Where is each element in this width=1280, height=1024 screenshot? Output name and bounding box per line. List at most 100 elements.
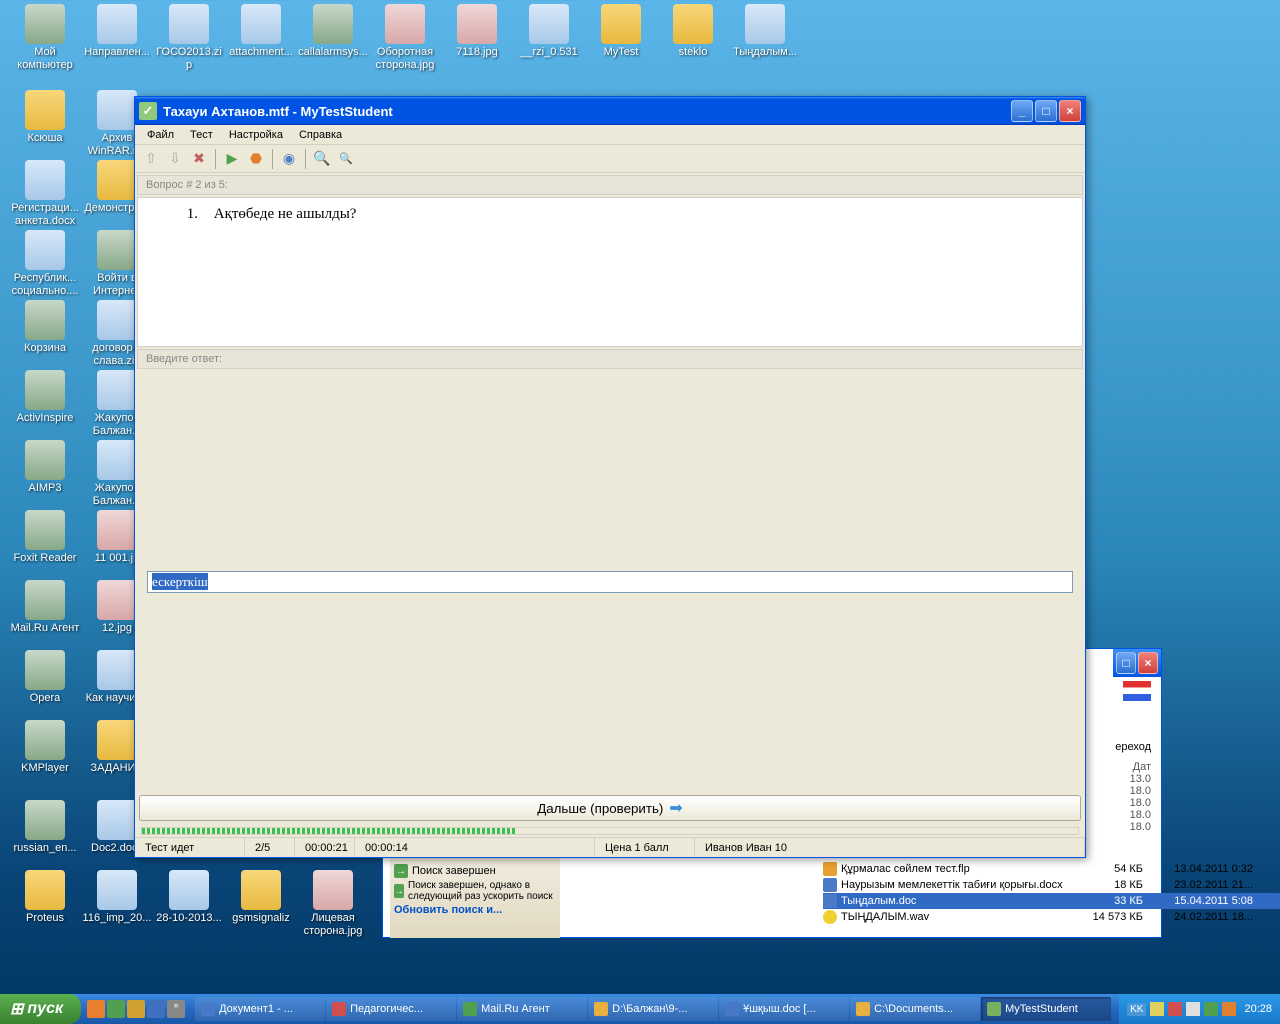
window-title: Тахауи Ахтанов.mtf - MyTestStudent <box>163 104 1011 119</box>
tray-icon[interactable] <box>1168 1002 1182 1016</box>
desktop-icon[interactable]: russian_en... <box>10 800 80 855</box>
file-icon <box>25 440 65 480</box>
file-icon <box>673 4 713 44</box>
globe-button[interactable]: ◉ <box>279 149 299 169</box>
desktop-icon[interactable]: Оборотная сторона.jpg <box>370 4 440 72</box>
taskbar-item[interactable]: MyTestStudent <box>981 997 1111 1021</box>
taskbar-item[interactable]: D:\Балжан\9-... <box>588 997 718 1021</box>
taskbar-item[interactable]: Mail.Ru Агент <box>457 997 587 1021</box>
maximize-button[interactable]: □ <box>1035 100 1057 122</box>
file-icon <box>25 510 65 550</box>
minimize-button[interactable]: _ <box>1011 100 1033 122</box>
play-button[interactable]: ▶ <box>222 149 242 169</box>
desktop-icon[interactable]: gsmsignaliz <box>226 870 296 925</box>
icon-label: callalarmsys... <box>298 46 368 59</box>
desktop-icon[interactable]: AIMP3 <box>10 440 80 495</box>
tray-icon[interactable] <box>1204 1002 1218 1016</box>
desktop-icon[interactable]: Тыңдалым... <box>730 4 800 59</box>
arrow-right-icon: ➡ <box>669 798 682 818</box>
answer-input[interactable]: ескерткіш <box>147 571 1073 593</box>
desktop-icon[interactable]: Республик... социально.... <box>10 230 80 298</box>
quick-launch: » <box>81 1000 191 1018</box>
ql-expand-icon[interactable]: » <box>167 1000 185 1018</box>
status-time1: 00:00:21 <box>295 838 355 857</box>
desktop-icon[interactable]: ГОСО2013.zip <box>154 4 224 72</box>
clock[interactable]: 20:28 <box>1244 1003 1272 1015</box>
desktop-icon[interactable]: Мой компьютер <box>10 4 80 72</box>
file-icon <box>97 580 137 620</box>
language-indicator[interactable]: KK <box>1127 1003 1146 1016</box>
menu-item[interactable]: Файл <box>139 127 182 143</box>
tray-icon[interactable] <box>1222 1002 1236 1016</box>
file-icon <box>385 4 425 44</box>
desktop-icon[interactable]: Opera <box>10 650 80 705</box>
ql-icon[interactable] <box>107 1000 125 1018</box>
icon-label: Направлен... <box>82 46 152 59</box>
ql-icon[interactable] <box>87 1000 105 1018</box>
icon-label: Тыңдалым... <box>730 46 800 59</box>
menubar: ФайлТестНастройкаСправка <box>135 125 1085 145</box>
file-icon <box>25 4 65 44</box>
desktop-icon[interactable]: Ксюша <box>10 90 80 145</box>
taskbar-item[interactable]: Педагогичес... <box>326 997 456 1021</box>
desktop-icon[interactable]: 7118.jpg <box>442 4 512 59</box>
desktop-icon[interactable]: KMPlayer <box>10 720 80 775</box>
next-button[interactable]: Дальше (проверить) ➡ <box>139 795 1081 821</box>
icon-label: attachment... <box>226 46 296 59</box>
desktop-icon[interactable]: steklo <box>658 4 728 59</box>
taskbar-item[interactable]: Документ1 - ... <box>195 997 325 1021</box>
desktop-icon[interactable]: Направлен... <box>82 4 152 59</box>
file-icon <box>25 800 65 840</box>
progress-bar <box>141 827 1079 835</box>
down-button[interactable]: ⇩ <box>165 149 185 169</box>
desktop-icon[interactable]: Mail.Ru Агент <box>10 580 80 635</box>
zoom-out-button[interactable]: 🔍 <box>336 149 356 169</box>
menu-item[interactable]: Тест <box>182 127 221 143</box>
file-icon <box>529 4 569 44</box>
search-refresh-link[interactable]: Обновить поиск и... <box>394 904 556 916</box>
desktop-icon[interactable]: Лицевая сторона.jpg <box>298 870 368 938</box>
desktop-icon[interactable]: 116_imp_20... <box>82 870 152 925</box>
toolbar: ⇧ ⇩ ✖ ▶ ⬣ ◉ 🔍 🔍 <box>135 145 1085 173</box>
desktop-icon[interactable]: Регистраци... анкета.docx <box>10 160 80 228</box>
titlebar[interactable]: ✓ Тахауи Ахтанов.mtf - MyTestStudent _ □… <box>135 97 1085 125</box>
close-button[interactable]: × <box>1059 100 1081 122</box>
file-icon <box>97 800 137 840</box>
desktop-icon[interactable]: attachment... <box>226 4 296 59</box>
desktop-icon[interactable]: Proteus <box>10 870 80 925</box>
ql-icon[interactable] <box>127 1000 145 1018</box>
ql-icon[interactable] <box>147 1000 165 1018</box>
zoom-in-button[interactable]: 🔍 <box>312 149 332 169</box>
up-button[interactable]: ⇧ <box>141 149 161 169</box>
desktop-icon[interactable]: 28-10-2013... <box>154 870 224 925</box>
file-icon <box>97 300 137 340</box>
statusbar: Тест идет 2/5 00:00:21 00:00:14 Цена 1 б… <box>135 837 1085 857</box>
file-icon <box>25 370 65 410</box>
tray-icon[interactable] <box>1186 1002 1200 1016</box>
file-icon <box>97 510 137 550</box>
desktop-icon[interactable]: __rzi_0.531 <box>514 4 584 59</box>
menu-item[interactable]: Настройка <box>221 127 291 143</box>
status-score: Цена 1 балл <box>595 838 695 857</box>
stop-button[interactable]: ⬣ <box>246 149 266 169</box>
file-icon <box>169 4 209 44</box>
desktop-icon[interactable]: callalarmsys... <box>298 4 368 59</box>
taskbar-item[interactable]: Ұшқыш.doc [... <box>719 997 849 1021</box>
icon-label: russian_en... <box>10 842 80 855</box>
menu-item[interactable]: Справка <box>291 127 350 143</box>
file-icon <box>97 870 137 910</box>
file-icon <box>25 870 65 910</box>
desktop-icon[interactable]: MyTest <box>586 4 656 59</box>
desktop-icon[interactable]: Корзина <box>10 300 80 355</box>
file-icon <box>25 160 65 200</box>
desktop-icon[interactable]: ActivInspire <box>10 370 80 425</box>
windows-logo-icon: ⊞ <box>10 999 23 1019</box>
icon-label: __rzi_0.531 <box>514 46 584 59</box>
desktop-icon[interactable]: Foxit Reader <box>10 510 80 565</box>
start-button[interactable]: ⊞ пуск <box>0 994 81 1024</box>
app-icon <box>725 1002 739 1016</box>
delete-button[interactable]: ✖ <box>189 149 209 169</box>
icon-label: Foxit Reader <box>10 552 80 565</box>
tray-icon[interactable] <box>1150 1002 1164 1016</box>
taskbar-item[interactable]: C:\Documents... <box>850 997 980 1021</box>
